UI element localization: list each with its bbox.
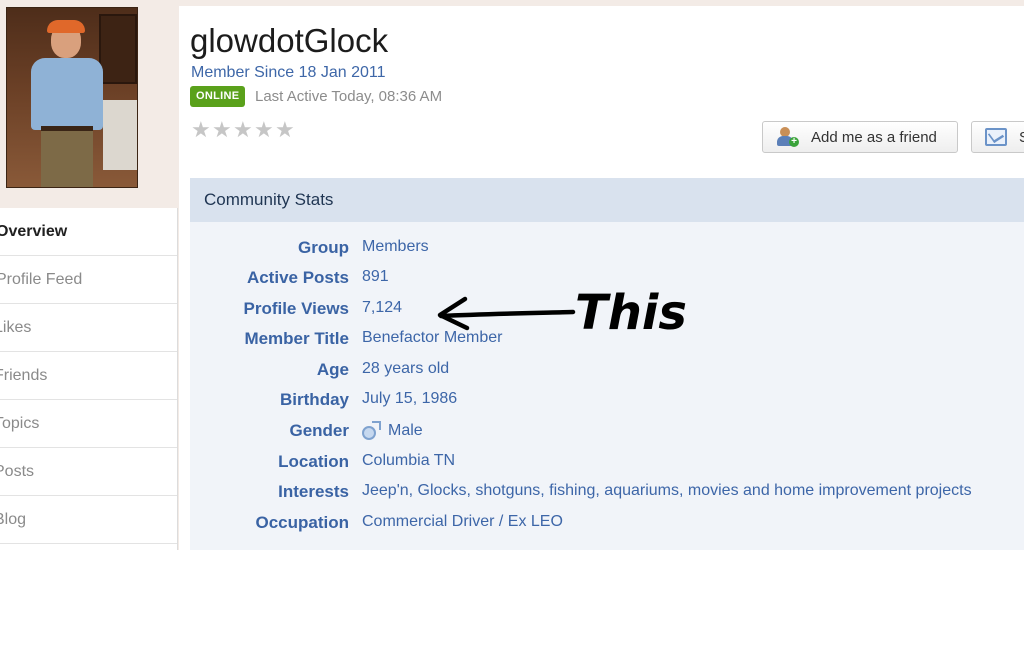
stat-label: Occupation	[255, 513, 349, 532]
sidebar-item-label: Blog	[0, 510, 27, 528]
stat-label: Gender	[289, 421, 349, 440]
stat-value: 891	[362, 268, 389, 285]
online-status-badge: ONLINE	[190, 86, 246, 107]
community-stats-panel: Community Stats Group Members Active Posts…	[190, 178, 1024, 550]
sidebar-item-blog[interactable]: Blog	[0, 496, 177, 544]
reputation-rating[interactable]: ★ ★ ★ ★ ★	[191, 119, 295, 141]
stat-value: Members	[362, 238, 429, 255]
sidebar-item-profile-feed[interactable]: Profile Feed	[0, 256, 177, 304]
add-friend-button[interactable]: + Add me as a friend	[762, 121, 958, 153]
sidebar-item-label: Posts	[0, 462, 35, 480]
sidebar-item-likes[interactable]: Likes	[0, 304, 177, 352]
sidebar-item-label: Profile Feed	[0, 270, 83, 288]
profile-photo[interactable]	[6, 7, 138, 188]
sidebar-item-label: Overview	[0, 222, 68, 240]
sidebar-item-posts[interactable]: Posts	[0, 448, 177, 496]
envelope-icon	[985, 128, 1007, 146]
add-friend-label: Add me as a friend	[811, 128, 937, 146]
stat-value: Male	[362, 421, 423, 440]
community-stats-header: Community Stats	[190, 178, 1024, 222]
add-user-icon: +	[777, 127, 799, 147]
stat-value: 28 years old	[362, 360, 450, 377]
profile-page: Overview Profile Feed Likes Friends Topi…	[0, 0, 1024, 550]
sidebar-item-label: Friends	[0, 366, 48, 384]
stat-label: Interests	[278, 482, 349, 501]
stat-label: Member Title	[244, 329, 349, 348]
profile-photo-frame	[0, 0, 178, 208]
sidebar-item-label: Topics	[0, 414, 40, 432]
stat-label: Profile Views	[243, 299, 349, 318]
star-icon[interactable]: ★	[275, 119, 295, 141]
send-message-button[interactable]: S	[971, 121, 1024, 153]
handwritten-annotation: This	[437, 285, 687, 341]
stat-label: Location	[278, 452, 349, 471]
stat-value: 7,124	[362, 299, 403, 316]
star-icon[interactable]: ★	[254, 119, 274, 141]
profile-username: glowdotGlock	[190, 22, 389, 59]
send-message-label: S	[1019, 129, 1024, 146]
stat-label: Active Posts	[246, 268, 349, 287]
stat-label: Group	[298, 238, 349, 257]
sidebar-item-label: Likes	[0, 318, 32, 336]
star-icon[interactable]: ★	[233, 119, 253, 141]
profile-main: glowdotGlock Member Since 18 Jan 2011 ON…	[179, 6, 1024, 550]
stat-value: July 15, 1986	[362, 390, 458, 407]
stat-label: Age	[316, 360, 349, 379]
sidebar-item-topics[interactable]: Topics	[0, 400, 177, 448]
sidebar-item-friends[interactable]: Friends	[0, 352, 177, 400]
male-icon	[362, 421, 381, 440]
gender-value: Male	[388, 422, 423, 439]
sidebar-item-overview[interactable]: Overview	[0, 208, 177, 256]
annotation-text: This	[575, 285, 687, 341]
last-active: Last Active Today, 08:36 AM	[255, 88, 443, 105]
profile-sidebar-nav: Overview Profile Feed Likes Friends Topi…	[0, 208, 178, 550]
stat-label: Birthday	[280, 390, 349, 409]
star-icon[interactable]: ★	[191, 119, 211, 141]
stat-value: Columbia TN	[362, 452, 456, 469]
member-since: Member Since 18 Jan 2011	[191, 64, 386, 81]
stat-value: Commercial Driver / Ex LEO	[362, 513, 563, 530]
star-icon[interactable]: ★	[212, 119, 232, 141]
stat-value: Jeep'n, Glocks, shotguns, fishing, aquar…	[362, 482, 972, 499]
